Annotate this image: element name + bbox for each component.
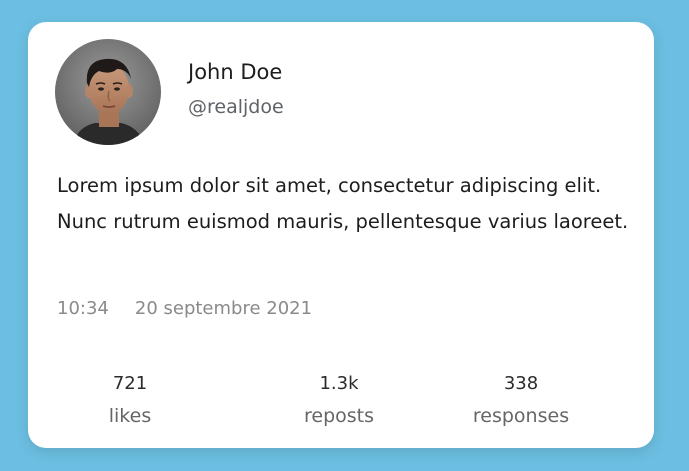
likes-label: likes bbox=[108, 405, 152, 427]
user-handle[interactable]: @realjdoe bbox=[188, 96, 284, 118]
reposts-count: 1.3k bbox=[319, 373, 359, 394]
post-text: Lorem ipsum dolor sit amet, consectetur … bbox=[57, 174, 629, 233]
post-date: 20 septembre 2021 bbox=[134, 298, 313, 319]
stat-reposts[interactable]: 1.3k reposts bbox=[264, 372, 414, 428]
stat-likes[interactable]: 721 likes bbox=[55, 372, 205, 428]
responses-label: responses bbox=[472, 405, 570, 427]
avatar[interactable] bbox=[55, 39, 161, 145]
user-name[interactable]: John Doe bbox=[188, 60, 282, 84]
reposts-label: reposts bbox=[303, 405, 375, 427]
post-time: 10:34 bbox=[57, 298, 109, 319]
post-meta: 10:34 20 septembre 2021 bbox=[57, 298, 312, 319]
likes-count: 721 bbox=[112, 373, 148, 394]
responses-count: 338 bbox=[503, 373, 539, 394]
post-card: John Doe @realjdoe Lorem ipsum dolor sit… bbox=[28, 22, 654, 448]
stat-responses[interactable]: 338 responses bbox=[446, 372, 596, 428]
avatar-image bbox=[55, 39, 161, 145]
